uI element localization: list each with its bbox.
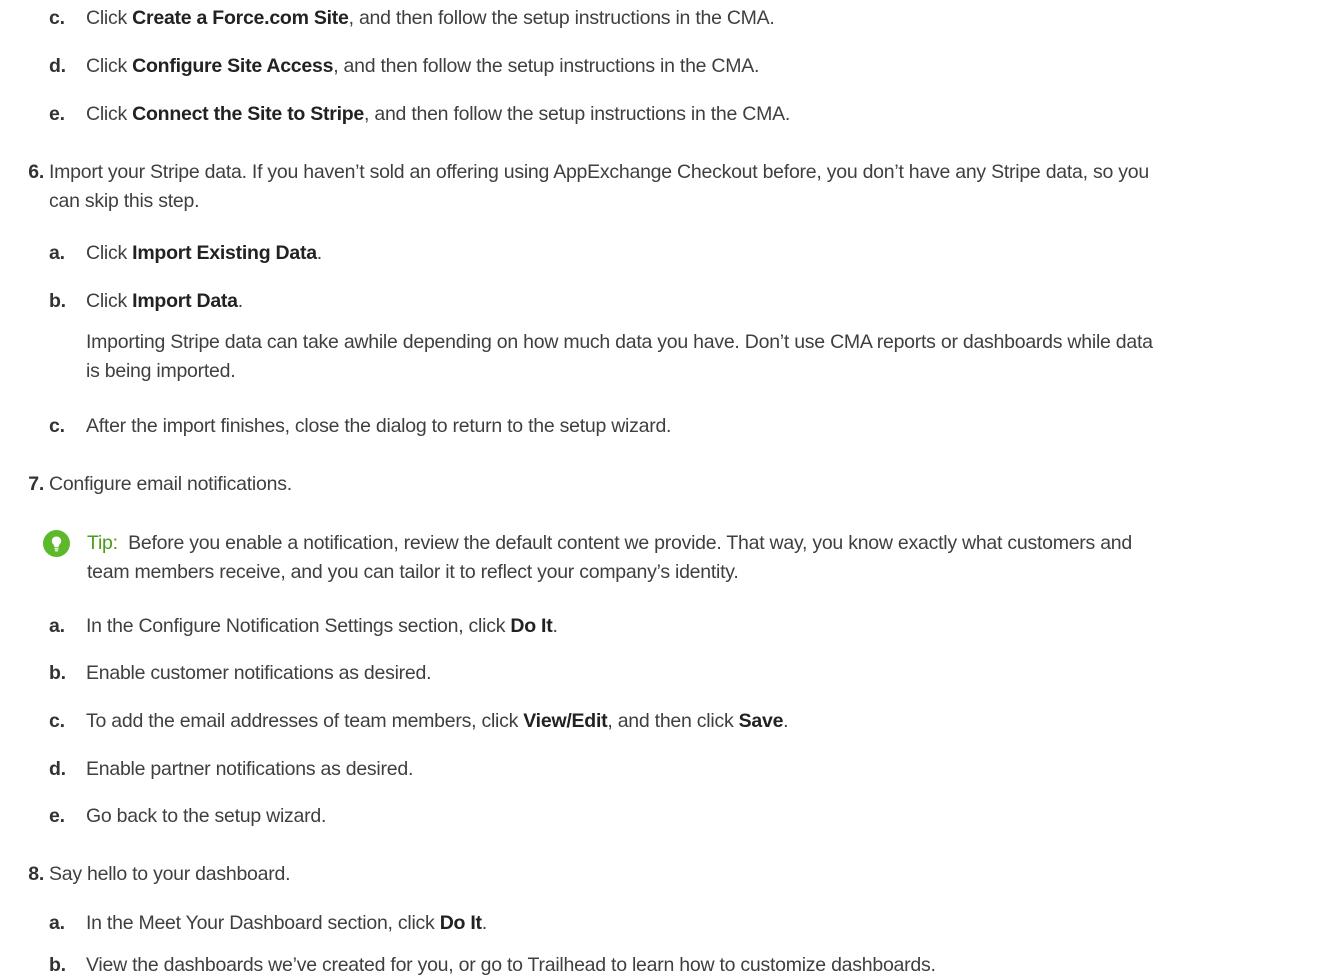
import-existing-data-action: Import Existing Data xyxy=(132,242,317,264)
substep-b-import-data: Click Import Data. xyxy=(86,290,243,312)
substep-marker: d. xyxy=(49,758,66,780)
substep-marker: c. xyxy=(49,710,65,732)
tip-label: Tip: xyxy=(87,532,118,554)
step-number: 8. xyxy=(28,863,44,885)
substep-e-connect-stripe: Click Connect the Site to Stripe, and th… xyxy=(86,103,791,125)
substep-c-team-emails: To add the email addresses of team membe… xyxy=(86,710,789,732)
step-6-text-line2: can skip this step. xyxy=(49,190,200,212)
do-it-action: Do It xyxy=(439,912,482,934)
substep-marker: b. xyxy=(49,662,66,684)
substep-d-configure-access: Click Configure Site Access, and then fo… xyxy=(86,55,760,77)
view-edit-action: View/Edit xyxy=(523,710,608,732)
connect-stripe-action: Connect the Site to Stripe xyxy=(132,103,365,125)
substep-marker: c. xyxy=(49,415,65,437)
substep-marker: d. xyxy=(49,55,66,77)
step-number: 6. xyxy=(28,161,44,183)
substep-marker: b. xyxy=(49,290,66,312)
substep-b-customer-notifications: Enable customer notifications as desired… xyxy=(86,662,432,684)
import-note-line1: Importing Stripe data can take awhile de… xyxy=(86,331,1153,353)
step-6-text-line1: Import your Stripe data. If you haven’t … xyxy=(49,161,1149,183)
step-8-text: Say hello to your dashboard. xyxy=(49,863,291,885)
tip-line1: Tip: Before you enable a notification, r… xyxy=(87,532,1132,554)
document-page: c. Click Create a Force.com Site, and th… xyxy=(0,0,1318,976)
substep-d-partner-notifications: Enable partner notifications as desired. xyxy=(86,758,414,780)
substep-c-close-dialog: After the import finishes, close the dia… xyxy=(86,415,672,437)
substep-a-notification-settings: In the Configure Notification Settings s… xyxy=(86,615,558,637)
substep-a-meet-dashboard: In the Meet Your Dashboard section, clic… xyxy=(86,912,487,934)
substep-a-import-existing: Click Import Existing Data. xyxy=(86,242,322,264)
substep-marker: c. xyxy=(49,7,65,29)
substep-marker: a. xyxy=(49,615,65,637)
substep-marker: a. xyxy=(49,242,65,264)
import-data-action: Import Data xyxy=(132,290,238,312)
substep-marker: a. xyxy=(49,912,65,934)
substep-c-create-site: Click Create a Force.com Site, and then … xyxy=(86,7,775,29)
step-number: 7. xyxy=(28,473,44,495)
substep-marker: b. xyxy=(49,954,66,976)
substep-marker: e. xyxy=(49,805,65,827)
step-7-text: Configure email notifications. xyxy=(49,473,292,495)
substep-e-back-to-wizard: Go back to the setup wizard. xyxy=(86,805,327,827)
substep-marker: e. xyxy=(49,103,65,125)
substep-b-view-dashboards: View the dashboards we’ve created for yo… xyxy=(86,954,936,976)
import-note-line2: is being imported. xyxy=(86,360,236,382)
tip-line2: team members receive, and you can tailor… xyxy=(87,561,739,583)
create-site-action: Create a Force.com Site xyxy=(132,7,349,29)
lightbulb-icon xyxy=(43,530,70,557)
save-action: Save xyxy=(738,710,784,732)
configure-access-action: Configure Site Access xyxy=(132,55,334,77)
do-it-action: Do It xyxy=(510,615,553,637)
